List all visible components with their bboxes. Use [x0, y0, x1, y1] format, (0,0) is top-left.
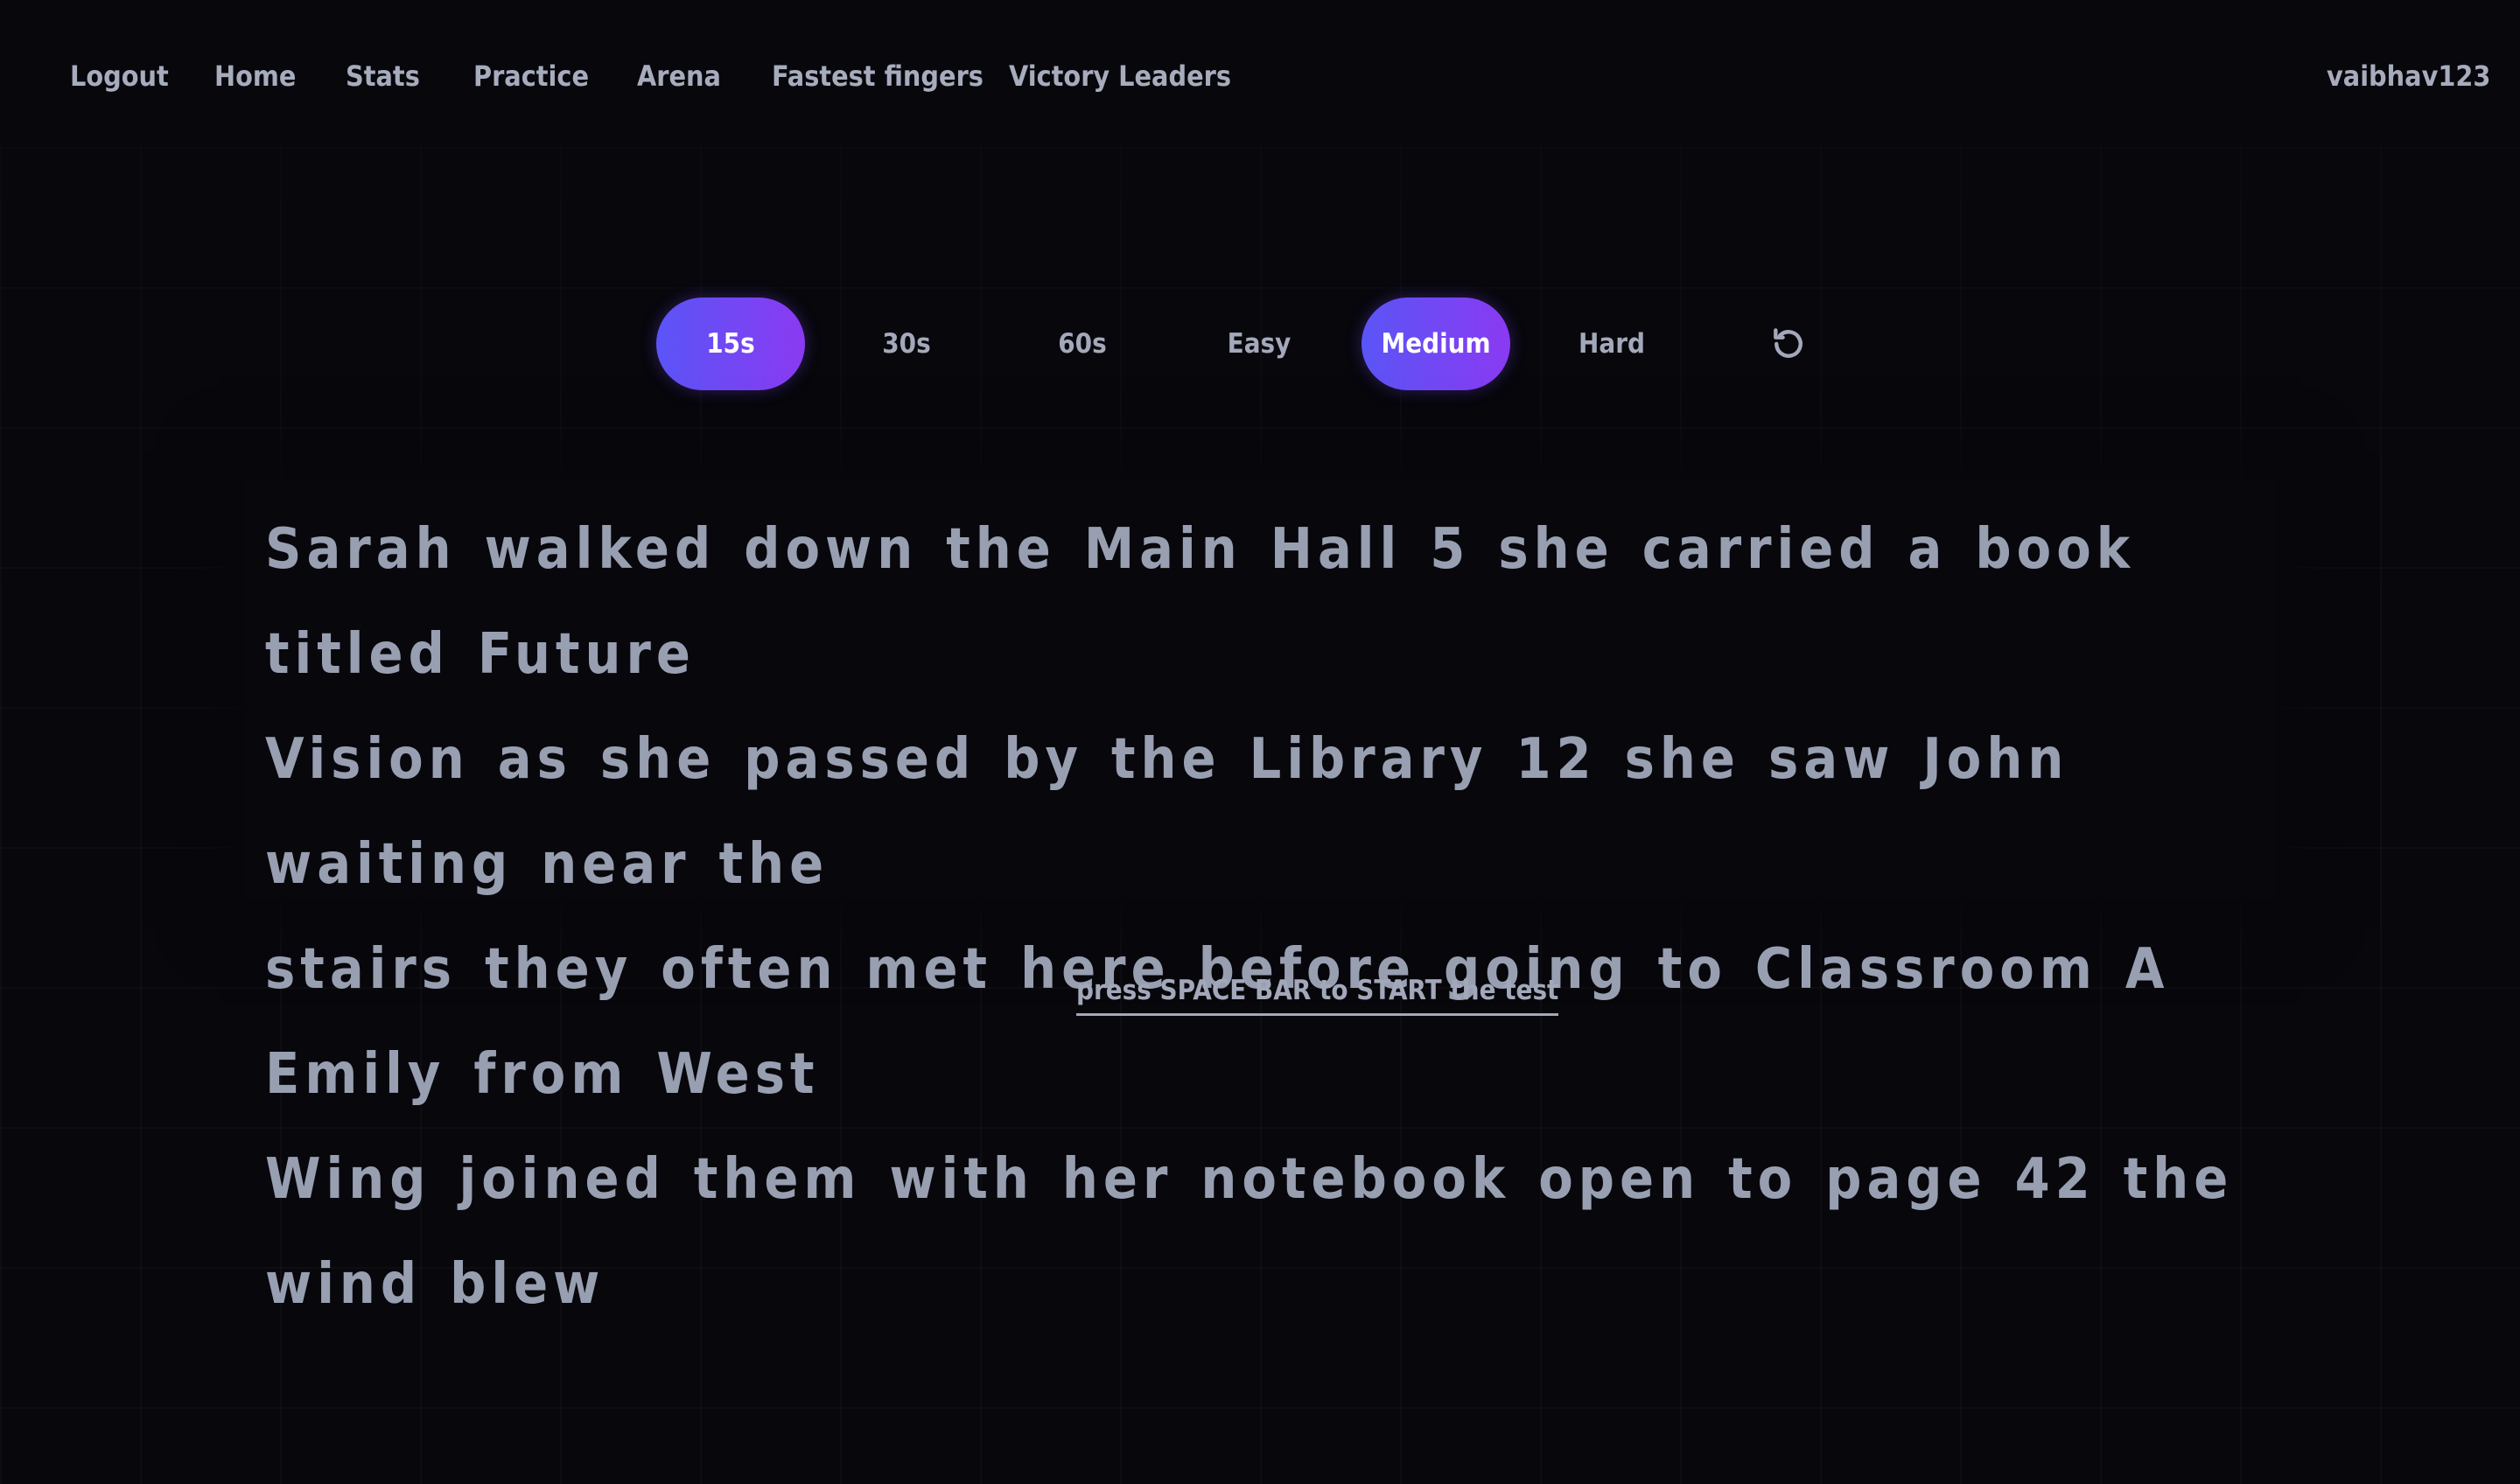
duration-15s-button[interactable]: 15s — [656, 298, 805, 390]
duration-60s-button[interactable]: 60s — [1008, 298, 1157, 390]
passage-line: stairs they often met here before going … — [265, 937, 2170, 1107]
duration-30s-button[interactable]: 30s — [832, 298, 981, 390]
nav-fastest-fingers-link[interactable]: Fastest fingers — [772, 60, 984, 93]
nav-arena-link[interactable]: Arena — [637, 60, 721, 93]
restart-button[interactable] — [1750, 298, 1827, 390]
difficulty-medium-button[interactable]: Medium — [1362, 298, 1510, 390]
difficulty-hard-button[interactable]: Hard — [1537, 298, 1686, 390]
restart-icon — [1774, 328, 1802, 358]
passage-line: Sarah walked down the Main Hall 5 she ca… — [265, 517, 2136, 687]
nav-stats-link[interactable]: Stats — [346, 60, 420, 93]
passage-line: Wing joined them with her notebook open … — [265, 1147, 2234, 1317]
username-link[interactable]: vaibhav123 — [2327, 60, 2490, 93]
test-options-toolbar: 15s 30s 60s Easy Medium Hard — [0, 298, 2520, 390]
nav-practice-link[interactable]: Practice — [473, 60, 589, 93]
nav-victory-leaders-link[interactable]: Victory Leaders — [1009, 60, 1231, 93]
nav-logout-link[interactable]: Logout — [70, 60, 169, 93]
passage-line: Vision as she passed by the Library 12 s… — [265, 727, 2069, 897]
difficulty-easy-button[interactable]: Easy — [1185, 298, 1334, 390]
start-hint: press SPACE BAR to START the test — [1076, 975, 1559, 1016]
nav-home-link[interactable]: Home — [214, 60, 296, 93]
typing-passage[interactable]: Sarah walked down the Main Hall 5 she ca… — [265, 497, 2269, 1337]
top-navigation: Logout Home Stats Practice Arena Fastest… — [0, 0, 2520, 147]
